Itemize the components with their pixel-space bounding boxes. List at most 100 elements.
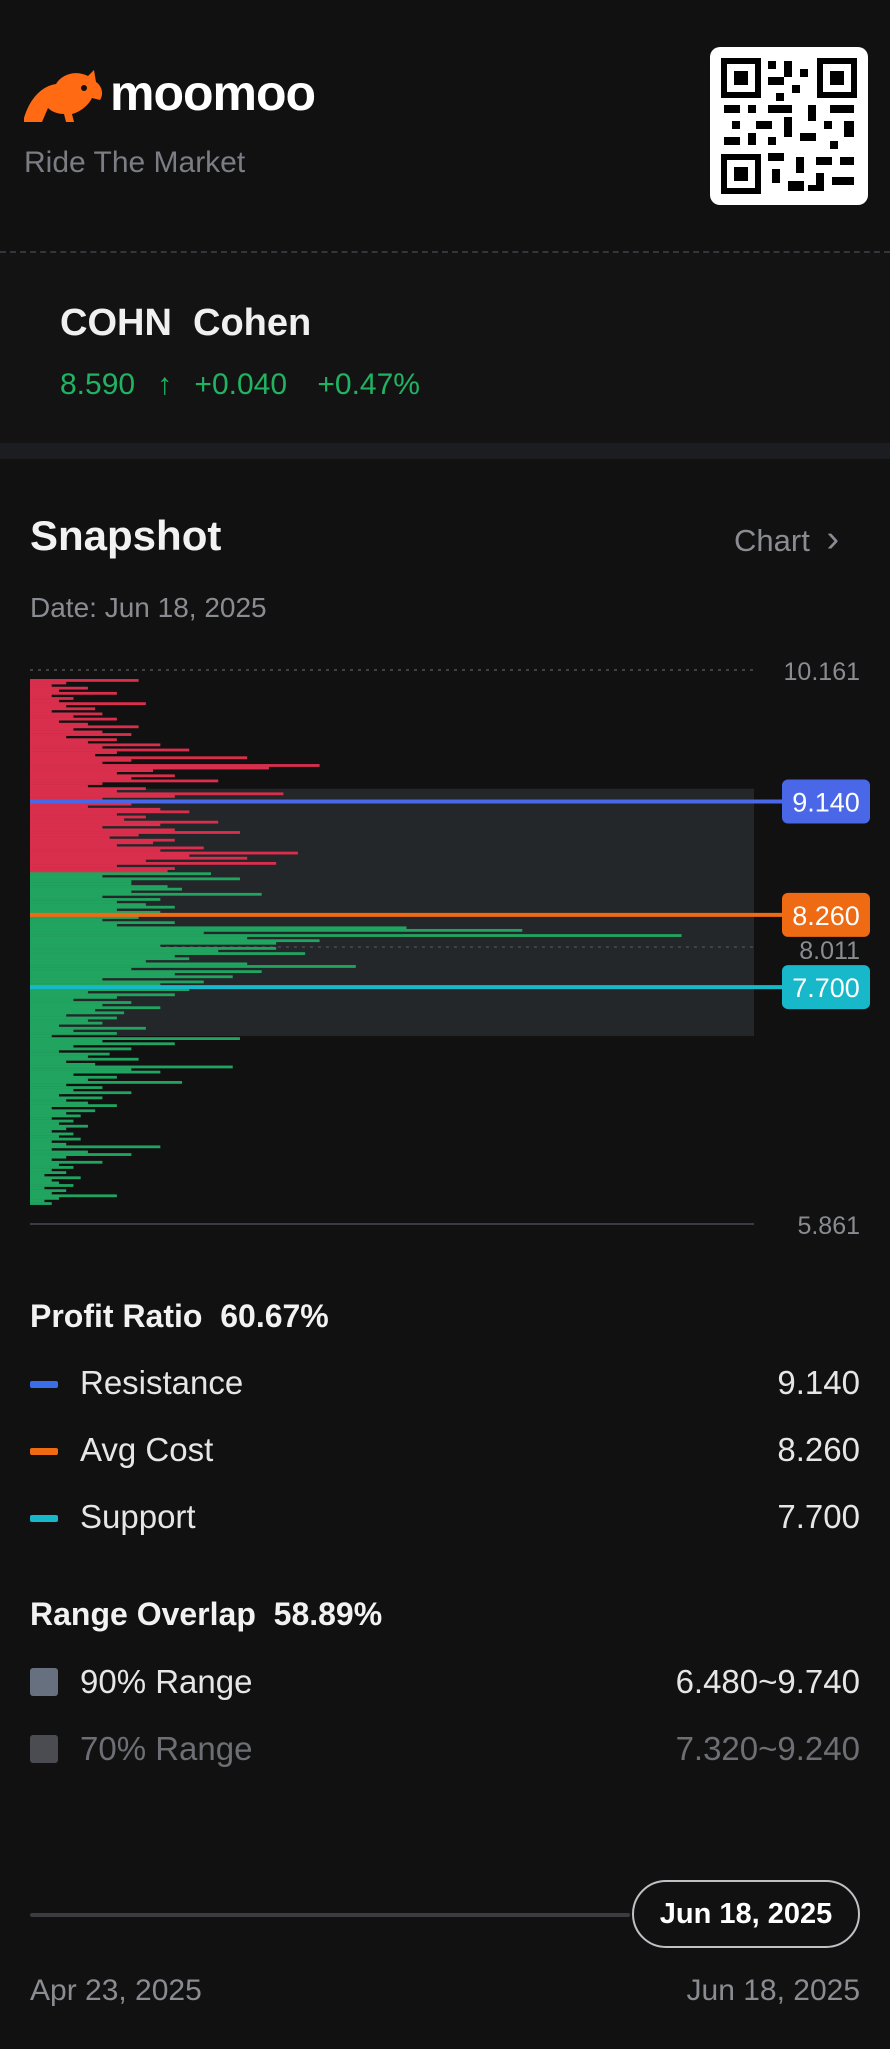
chip-bar (30, 686, 88, 690)
chip-bar (30, 859, 146, 863)
support-label: Support (80, 1498, 196, 1535)
chip-bar (30, 936, 248, 940)
last-price: 8.590 (60, 368, 136, 401)
range-90-value: 6.480~9.740 (675, 1663, 860, 1700)
chip-bar (30, 740, 88, 744)
price-change-pct: +0.47% (317, 368, 420, 401)
chip-bar (30, 962, 248, 966)
chip-bar (30, 1019, 88, 1022)
chip-bar (30, 1065, 233, 1069)
chip-bar (30, 880, 132, 883)
chart-link-label: Chart (734, 523, 810, 558)
chip-bar (30, 1024, 59, 1028)
chip-bar (30, 1078, 88, 1082)
chip-bar (30, 957, 190, 961)
chip-bar (30, 702, 146, 706)
chip-bar (30, 867, 175, 870)
profit-ratio-value: 60.67% (220, 1298, 329, 1334)
bull-icon (24, 70, 103, 122)
marker-tag-label: 9.140 (792, 788, 860, 818)
range-70-value: 7.320~9.240 (675, 1730, 860, 1767)
chip-bar (30, 846, 204, 850)
chip-bar (30, 1124, 88, 1128)
chip-bar (30, 1171, 67, 1174)
qr-code-icon[interactable] (710, 47, 868, 205)
chip-bar (30, 898, 161, 901)
brand-tagline: Ride The Market (24, 146, 246, 179)
snapshot-date: Date: Jun 18, 2025 (30, 592, 267, 623)
timeline-end-date: Jun 18, 2025 (686, 1974, 860, 2007)
chip-bar (30, 743, 161, 747)
chip-bar (30, 753, 96, 757)
chip-bar (30, 1086, 103, 1089)
chip-bar (30, 704, 67, 708)
chip-bar (30, 1052, 110, 1056)
chip-bar (30, 980, 204, 984)
chip-bar (30, 1068, 132, 1071)
chip-bar (30, 1119, 74, 1123)
chip-bar (30, 761, 103, 765)
chip-bar (30, 869, 168, 873)
chip-bar (30, 733, 132, 736)
chip-bar (30, 689, 59, 693)
chip-bar (30, 1001, 132, 1004)
chip-bar (30, 681, 67, 685)
chip-bar (30, 967, 132, 971)
chip-bar (30, 1062, 96, 1066)
chip-bar (30, 776, 132, 780)
chip-bar (30, 1057, 139, 1061)
chip-bar (30, 1194, 117, 1198)
chip-bar (30, 1081, 183, 1084)
ticker-symbol: COHN (60, 302, 172, 344)
chip-bar (30, 831, 240, 834)
chart-link[interactable]: Chart › (734, 518, 839, 561)
stock-title[interactable]: COHN Cohen (60, 302, 311, 345)
chip-bar (30, 1029, 74, 1033)
chip-bar (30, 926, 407, 930)
profit-ratio: Profit Ratio 60.67% (30, 1298, 329, 1335)
chip-bar (30, 1189, 67, 1193)
chip-bar (30, 970, 262, 974)
chip-bar (30, 1145, 161, 1149)
quote-panel[interactable] (0, 253, 890, 443)
chip-bar (30, 921, 175, 925)
chip-bar (30, 882, 132, 886)
chip-bar (30, 1158, 52, 1162)
timeline-date-handle[interactable]: Jun 18, 2025 (632, 1880, 860, 1948)
chip-bar (30, 722, 88, 726)
chip-bar (30, 903, 146, 907)
profit-ratio-label: Profit Ratio (30, 1298, 203, 1334)
range-overlap: Range Overlap 58.89% (30, 1596, 382, 1633)
chip-bar (30, 949, 219, 953)
chip-bar (30, 864, 117, 868)
chip-bar (30, 697, 74, 700)
chip-bar (30, 838, 175, 842)
chip-bar (30, 874, 103, 878)
chip-bar (30, 1114, 81, 1118)
chip-bar (30, 1148, 52, 1151)
marker-tag-label: 8.260 (792, 901, 860, 931)
chip-bar (30, 1155, 67, 1159)
chip-bar (30, 1047, 132, 1051)
chip-bar (30, 1132, 74, 1136)
chip-bar (30, 789, 117, 793)
chip-bar (30, 1176, 81, 1180)
chip-bar (30, 738, 117, 742)
chip-bar (30, 813, 117, 816)
range-overlap-label: Range Overlap (30, 1596, 256, 1632)
chip-bar (30, 691, 117, 695)
avg-cost-swatch (30, 1448, 58, 1455)
chip-bar (30, 934, 682, 937)
chip-bar (30, 1122, 59, 1126)
chip-bar (30, 1037, 240, 1041)
chip-bar (30, 794, 175, 798)
chip-bar (30, 805, 88, 809)
chip-bar (30, 758, 132, 762)
chip-bar (30, 1050, 59, 1053)
chip-bar (30, 1060, 67, 1064)
chip-bar (30, 900, 117, 904)
section-separator (0, 443, 890, 459)
timeline-track[interactable] (30, 1913, 630, 1917)
chip-bar (30, 1039, 103, 1043)
chip-bar (30, 735, 67, 739)
